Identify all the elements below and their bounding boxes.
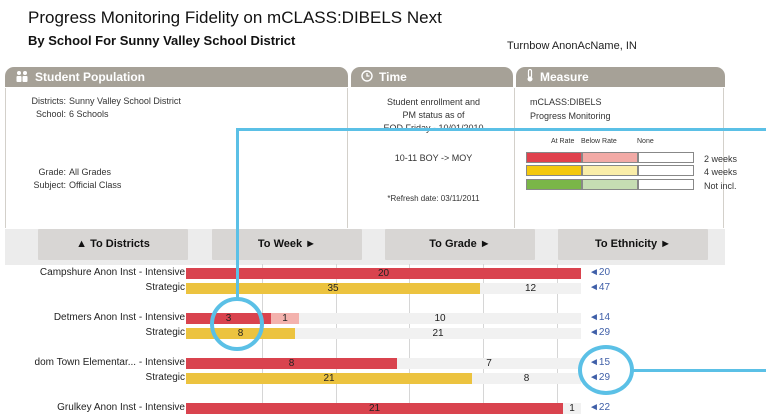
bar-segment-strategic[interactable]: 21 (186, 373, 472, 384)
fidelity-chart: Campshure Anon Inst - Intensive 20 ◄20 Stra… (0, 264, 766, 414)
legend-row-4-weeks: 4 weeks (704, 167, 738, 177)
row-total-link[interactable]: ◄22 (589, 402, 610, 413)
population-row-school: School: 6 Schools (6, 109, 109, 119)
row-total-link[interactable]: ◄47 (589, 282, 610, 293)
panel-header-student-population: Student Population (5, 67, 348, 87)
legend-swatch-below-rate-4-weeks (582, 165, 638, 176)
page-title: Progress Monitoring Fidelity on mCLASS:D… (28, 8, 442, 27)
people-icon (15, 68, 29, 88)
bar-segment-none[interactable]: 8 (472, 373, 581, 384)
legend-swatch-none-not-included (638, 179, 694, 190)
row-label: Detmers Anon Inst - Intensive (53, 312, 185, 323)
legend-swatch-at-rate-not-included (526, 179, 582, 190)
value: Official Class (69, 180, 122, 190)
legend-swatch-below-rate-not-included (582, 179, 638, 190)
legend-swatch-at-rate-2-weeks (526, 152, 582, 163)
bar-segment-none[interactable]: 21 (295, 328, 581, 339)
population-row-subject: Subject: Official Class (6, 180, 121, 190)
highlight-circle-totals (578, 345, 634, 395)
bar-track[interactable]: 21 8 (186, 373, 581, 384)
row-total-link[interactable]: ◄14 (589, 312, 610, 323)
bar-segment-intensive[interactable]: 8 (186, 358, 397, 369)
panel-title-population: Student Population (35, 70, 145, 84)
bar-track[interactable]: 35 12 (186, 283, 581, 294)
legend-row-2-weeks: 2 weeks (704, 154, 738, 164)
value: 6 Schools (69, 109, 109, 119)
label: Districts: (31, 96, 67, 106)
measure-type: Progress Monitoring (530, 111, 611, 121)
label: School: (35, 109, 66, 119)
callout-line-bottom (633, 369, 766, 372)
panel-measure: mCLASS:DIBELS Progress Monitoring At Rat… (516, 88, 737, 228)
bar-segment-intensive[interactable]: 20 (186, 268, 581, 279)
panel-header-time: Time (351, 67, 513, 87)
value: Sunny Valley School District (69, 96, 181, 106)
callout-line-top (236, 128, 766, 131)
page-subtitle: By School For Sunny Valley School Distri… (28, 33, 296, 48)
label: Grade: (38, 167, 66, 177)
bar-track[interactable]: 20 (186, 268, 581, 279)
legend-swatch-at-rate-4-weeks (526, 165, 582, 176)
bar-segment-strategic[interactable]: 35 (186, 283, 480, 294)
drilldown-nav: ▲ To Districts To Week ► To Grade ► To E… (5, 229, 725, 265)
time-line-1: Student enrollment and (386, 97, 481, 107)
row-label: Strategic (145, 282, 185, 293)
population-row-grade: Grade: All Grades (6, 167, 111, 177)
row-total-link[interactable]: ◄29 (589, 327, 610, 338)
legend-swatch-none-4-weeks (638, 165, 694, 176)
measure-name: mCLASS:DIBELS (530, 97, 602, 107)
label: Subject: (33, 180, 66, 190)
thermometer-icon (526, 68, 534, 88)
value: All Grades (69, 167, 112, 177)
bar-segment-none[interactable]: 10 (299, 313, 581, 324)
to-ethnicity-button[interactable]: To Ethnicity ► (558, 229, 708, 260)
row-label: Strategic (145, 327, 185, 338)
row-label: dom Town Elementar... - Intensive (34, 357, 185, 368)
clock-icon (361, 68, 373, 88)
refresh-date: *Refresh date: 03/11/2011 (387, 194, 480, 203)
to-week-button[interactable]: To Week ► (212, 229, 362, 260)
legend-row-not-included: Not incl. (704, 181, 737, 191)
user-name: Turnbow AnonAcName, IN (507, 40, 637, 52)
to-grade-button[interactable]: To Grade ► (385, 229, 535, 260)
highlight-circle-detmers (210, 297, 264, 351)
legend-col-at-rate: At Rate (551, 138, 575, 145)
bar-track[interactable]: 21 1 (186, 403, 581, 414)
callout-line-vertical (236, 128, 239, 300)
row-total-link[interactable]: ◄20 (589, 267, 610, 278)
time-line-2: PM status as of (402, 110, 465, 120)
panel-student-population: Districts: Sunny Valley School District S… (5, 88, 348, 228)
bar-segment-none[interactable]: 12 (480, 283, 581, 294)
to-districts-button[interactable]: ▲ To Districts (38, 229, 188, 260)
row-label: Strategic (145, 372, 185, 383)
time-period: 10-11 BOY -> MOY (394, 153, 473, 163)
bar-track[interactable]: 87 (186, 358, 581, 369)
legend-col-below-rate: Below Rate (581, 138, 617, 145)
panel-header-measure: Measure (516, 67, 725, 87)
row-label: Grulkey Anon Inst - Intensive (57, 402, 185, 413)
bar-segment-none[interactable]: 7 (397, 358, 581, 369)
panel-title-measure: Measure (540, 70, 589, 84)
legend-col-none: None (637, 138, 654, 145)
legend-swatch-below-rate-2-weeks (582, 152, 638, 163)
bar-segment-none[interactable]: 1 (563, 403, 581, 414)
population-row-districts: Districts: Sunny Valley School District (6, 96, 181, 106)
panel-time: Student enrollment and PM status as of E… (351, 88, 515, 228)
row-label: Campshure Anon Inst - Intensive (39, 267, 185, 278)
bar-segment-intensive[interactable]: 21 (186, 403, 563, 414)
legend-swatch-none-2-weeks (638, 152, 694, 163)
panel-title-time: Time (379, 70, 407, 84)
bar-segment-below[interactable]: 1 (271, 313, 299, 324)
